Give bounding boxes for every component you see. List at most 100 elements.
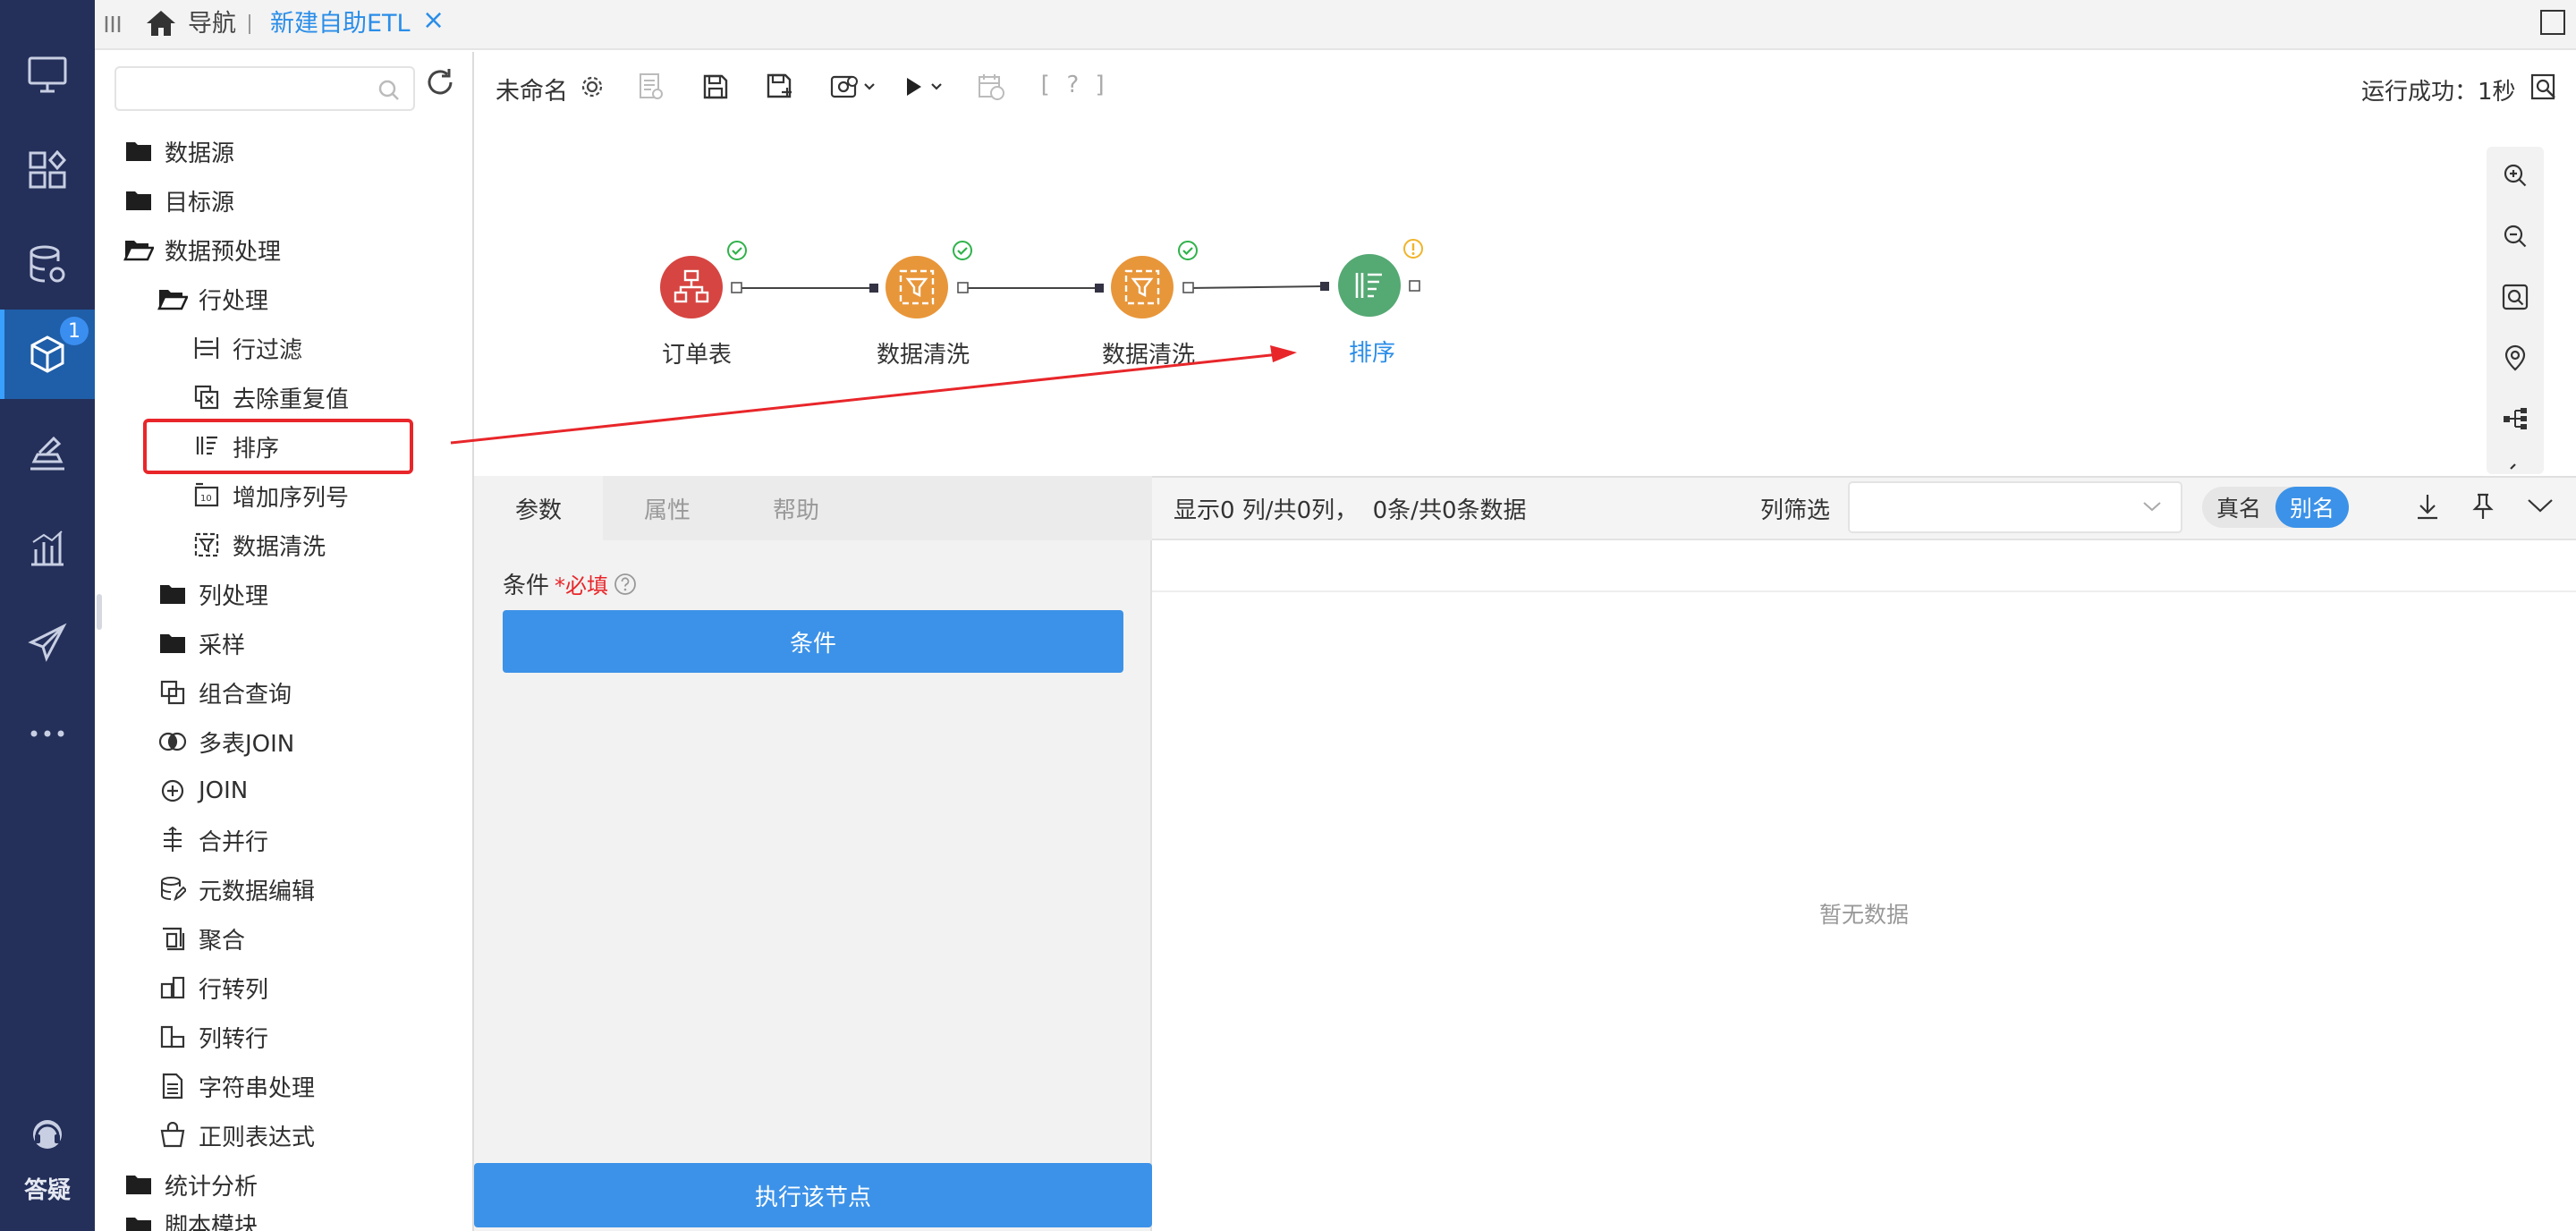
more-icon[interactable] bbox=[0, 691, 95, 777]
question-icon[interactable] bbox=[614, 573, 637, 596]
tree-item-aggregate[interactable]: 聚合 bbox=[157, 916, 245, 961]
tree-item-row-filter[interactable]: 行过滤 bbox=[191, 326, 302, 370]
settings-icon[interactable] bbox=[576, 66, 608, 107]
name-alias-toggle[interactable]: 真名 别名 bbox=[2202, 487, 2349, 528]
document-name[interactable]: 未命名 bbox=[496, 72, 568, 106]
join-icon bbox=[157, 776, 188, 806]
left-nav-rail: 1 答疑 bbox=[0, 0, 95, 1231]
tab-params[interactable]: 参数 bbox=[474, 476, 603, 540]
tree-folder-row-process[interactable]: 行处理 bbox=[157, 276, 268, 321]
annotation-highlight-box bbox=[143, 419, 413, 474]
flow-canvas[interactable]: 订单表 数据清洗 数据清洗 排序 bbox=[476, 123, 2576, 474]
etl-toolbar: 未命名 [ ? ] 运行成功：1秒 bbox=[476, 52, 2576, 123]
run-dropdown-icon[interactable] bbox=[900, 66, 953, 107]
tree-folder-column-process[interactable]: 列处理 bbox=[157, 572, 268, 616]
menu-toggle-icon[interactable] bbox=[104, 14, 122, 34]
flow-node-order-table[interactable] bbox=[660, 256, 723, 318]
tree-search-input[interactable] bbox=[114, 66, 415, 111]
refresh-icon[interactable] bbox=[424, 66, 456, 98]
collapse-panel-icon[interactable] bbox=[2526, 496, 2555, 515]
zoom-in-icon[interactable] bbox=[2497, 157, 2533, 193]
tree-item-metadata-edit[interactable]: 元数据编辑 bbox=[157, 867, 315, 912]
run-node-button[interactable]: 执行该节点 bbox=[474, 1163, 1152, 1227]
folder-icon bbox=[123, 136, 154, 166]
success-status-icon bbox=[726, 240, 748, 261]
folder-icon bbox=[123, 1169, 154, 1200]
home-icon[interactable] bbox=[145, 9, 177, 38]
properties-icon bbox=[633, 66, 669, 107]
tree-item-row-to-column[interactable]: 行转列 bbox=[157, 965, 268, 1010]
zoom-out-icon[interactable] bbox=[2497, 218, 2533, 254]
tree-item-string-process[interactable]: 字符串处理 bbox=[157, 1064, 315, 1108]
tree-item-join[interactable]: JOIN bbox=[157, 768, 248, 813]
dashboard-icon[interactable] bbox=[0, 127, 95, 213]
tree-item-data-clean[interactable]: 数据清洗 bbox=[191, 522, 326, 567]
save-as-icon[interactable] bbox=[762, 66, 798, 107]
etl-cube-icon[interactable]: 1 bbox=[0, 310, 95, 399]
tree-item-dedupe[interactable]: 去除重复值 bbox=[191, 375, 349, 420]
row-filter-icon bbox=[191, 333, 222, 363]
row-to-column-icon bbox=[157, 972, 188, 1003]
collapse-icon[interactable] bbox=[2497, 456, 2533, 474]
data-summary-text: 显示0 列/共0列， 0条/共0条数据 bbox=[1174, 497, 1527, 524]
tree-item-label: 正则表达式 bbox=[199, 1124, 316, 1151]
pin-icon[interactable] bbox=[2470, 492, 2496, 521]
close-tab-icon[interactable]: × bbox=[422, 5, 445, 36]
bar-chart-icon[interactable] bbox=[0, 505, 95, 590]
maximize-icon[interactable] bbox=[2540, 10, 2565, 35]
warning-status-icon bbox=[1402, 238, 1424, 259]
tree-item-merge-rows[interactable]: 合并行 bbox=[157, 818, 268, 862]
flow-node-data-clean-2[interactable] bbox=[1111, 256, 1174, 318]
metadata-edit-icon bbox=[157, 874, 188, 904]
tree-folder-sampling[interactable]: 采样 bbox=[157, 621, 245, 666]
tree-item-regex[interactable]: 正则表达式 bbox=[157, 1113, 315, 1158]
tab-help[interactable]: 帮助 bbox=[732, 476, 860, 540]
condition-button[interactable]: 条件 bbox=[503, 610, 1123, 673]
headset-icon[interactable] bbox=[0, 1097, 95, 1172]
help-bracket-button[interactable]: [ ? ] bbox=[1038, 72, 1107, 98]
column-filter-select[interactable] bbox=[1848, 481, 2182, 533]
fit-view-icon[interactable] bbox=[2497, 279, 2533, 315]
database-settings-icon[interactable] bbox=[0, 222, 95, 308]
tree-item-label: 数据源 bbox=[165, 140, 235, 167]
tree-folder-script[interactable]: 脚本模块 bbox=[123, 1211, 258, 1231]
tree-item-label: 目标源 bbox=[165, 189, 235, 216]
tab-properties[interactable]: 属性 bbox=[603, 476, 732, 540]
flow-node-data-clean-1[interactable] bbox=[886, 256, 948, 318]
auto-layout-icon[interactable] bbox=[2497, 401, 2533, 437]
locate-icon[interactable] bbox=[2497, 340, 2533, 376]
help-label[interactable]: 答疑 bbox=[0, 1172, 95, 1205]
empty-data-text: 暂无数据 bbox=[1819, 902, 1910, 928]
tree-item-column-to-row[interactable]: 列转行 bbox=[157, 1015, 268, 1059]
tree-folder-stats[interactable]: 统计分析 bbox=[123, 1162, 258, 1207]
dedupe-icon bbox=[191, 382, 222, 412]
tree-folder-preprocess[interactable]: 数据预处理 bbox=[123, 227, 281, 272]
send-icon[interactable] bbox=[0, 599, 95, 685]
toggle-real-name[interactable]: 真名 bbox=[2202, 487, 2275, 528]
tree-item-label: 元数据编辑 bbox=[199, 878, 316, 905]
tree-item-label: 合并行 bbox=[199, 828, 269, 856]
tab-home[interactable]: 导航 bbox=[188, 9, 236, 39]
tree-folder-datasource[interactable]: 数据源 bbox=[123, 129, 234, 174]
run-log-icon[interactable] bbox=[2526, 66, 2562, 107]
flow-node-sort[interactable] bbox=[1338, 254, 1401, 317]
run-settings-dropdown-icon[interactable] bbox=[826, 66, 884, 107]
tree-search-field[interactable] bbox=[123, 73, 365, 104]
tree-item-multi-join[interactable]: 多表JOIN bbox=[157, 719, 294, 764]
monitor-icon[interactable] bbox=[0, 32, 95, 118]
save-icon[interactable] bbox=[698, 66, 733, 107]
tree-item-combined-query[interactable]: 组合查询 bbox=[157, 670, 292, 715]
search-icon[interactable] bbox=[377, 79, 401, 102]
flow-node-label: 数据清洗 bbox=[877, 342, 970, 369]
analysis-icon[interactable] bbox=[0, 410, 95, 496]
tree-folder-target[interactable]: 目标源 bbox=[123, 178, 234, 223]
tree-item-label: 统计分析 bbox=[165, 1173, 258, 1201]
tree-item-label: 列处理 bbox=[199, 582, 269, 610]
toggle-alias[interactable]: 别名 bbox=[2275, 487, 2349, 528]
download-icon[interactable] bbox=[2415, 492, 2440, 521]
panel-resize-handle[interactable] bbox=[97, 594, 102, 630]
tab-new-etl[interactable]: 新建自助ETL bbox=[270, 9, 411, 39]
regex-icon bbox=[157, 1120, 188, 1150]
column-filter-label: 列筛选 bbox=[1760, 497, 1831, 524]
tree-item-serial[interactable]: 10 增加序列号 bbox=[191, 473, 349, 518]
